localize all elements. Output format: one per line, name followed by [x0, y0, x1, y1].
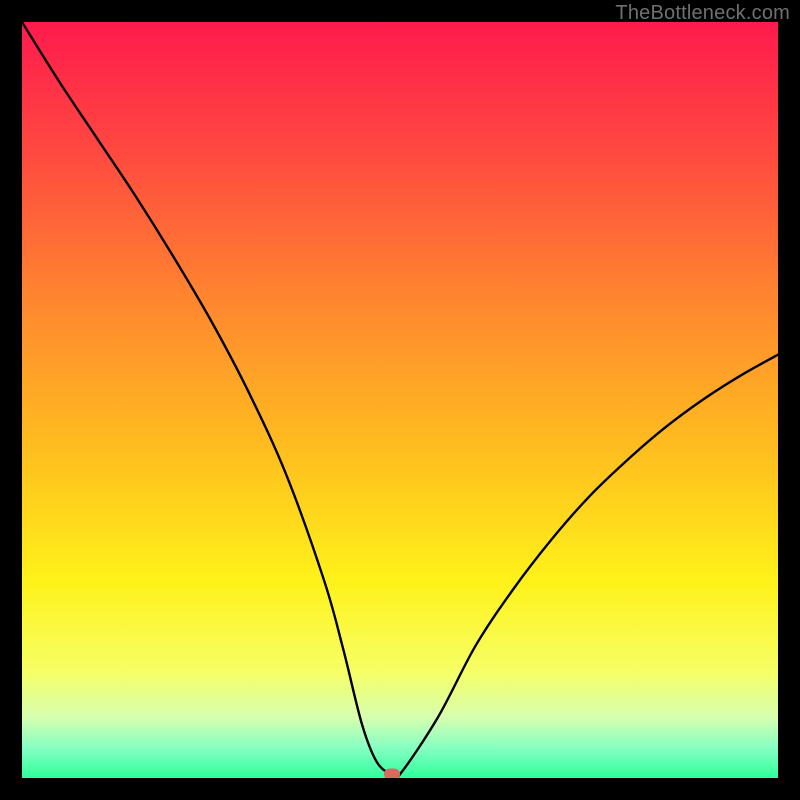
vertex-marker [384, 769, 400, 778]
chart-svg [22, 22, 778, 778]
plot-area [22, 22, 778, 778]
watermark-text: TheBottleneck.com [615, 2, 790, 25]
chart-frame: TheBottleneck.com [0, 0, 800, 800]
gradient-background [22, 22, 778, 778]
